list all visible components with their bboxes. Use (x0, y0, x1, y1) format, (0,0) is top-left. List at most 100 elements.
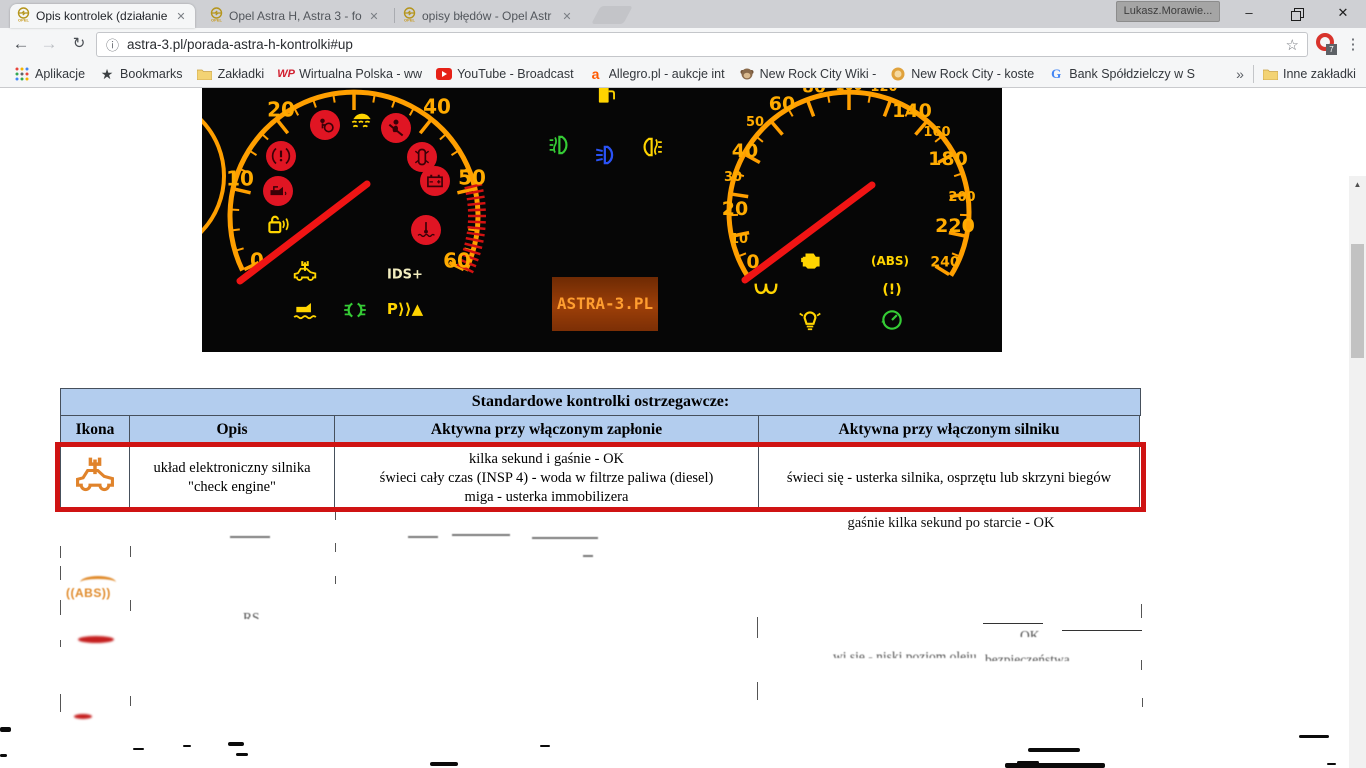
bookmark-item[interactable]: New Rock City Wiki - (739, 66, 877, 82)
seatbelt-icon (381, 113, 411, 143)
svg-text:60: 60 (769, 93, 795, 115)
bookmark-item[interactable]: GBank Spółdzielczy w S (1048, 66, 1195, 82)
bookmarks-overflow-chevron[interactable]: » (1230, 61, 1250, 87)
tab-close-icon[interactable]: ✕ (173, 10, 189, 23)
bookmark-label: Wirtualna Polska - ww (299, 67, 422, 81)
immobilizer-icon (264, 211, 290, 237)
address-bar[interactable]: ⓘ astra-3.pl/porada-astra-h-kontrolki#up… (96, 32, 1308, 57)
smudge-fragment (230, 536, 270, 538)
opel-favicon-icon: OPEL (209, 7, 224, 25)
battery-charge-icon (420, 166, 450, 196)
bookmark-item[interactable]: New Rock City - koste (890, 66, 1034, 82)
close-button[interactable]: ✕ (1326, 0, 1360, 26)
text-fragment: OK (1020, 628, 1060, 637)
tab-close-icon[interactable]: ✕ (366, 10, 382, 23)
page-info-icon[interactable]: ⓘ (106, 35, 119, 54)
menu-button[interactable]: ⋮ (1345, 32, 1361, 58)
smudge-fragment (1327, 763, 1336, 765)
scroll-up-button[interactable]: ▲ (1349, 176, 1366, 193)
bookmark-label: Allegro.pl - aukcje int (609, 67, 725, 81)
bookmarks-bar: Aplikacje ★Bookmarks Zakładki WP Wirtualna P… (0, 61, 1366, 88)
new-tab-button[interactable] (591, 6, 633, 24)
svg-text:30: 30 (724, 170, 742, 185)
table-border-fragment (60, 600, 61, 615)
bookmarks-separator (1253, 65, 1254, 83)
bookmark-item[interactable]: ★Bookmarks (99, 66, 183, 82)
bookmark-item[interactable]: Aplikacje (14, 66, 85, 82)
svg-text:OPEL: OPEL (404, 18, 415, 23)
bookmark-item[interactable]: WP Wirtualna Polska - ww (278, 66, 422, 82)
reload-button[interactable]: ↻ (66, 31, 92, 57)
forward-button[interactable]: → (36, 31, 62, 57)
bookmark-item[interactable]: aAllegro.pl - aukcje int (588, 66, 725, 82)
table-border-fragment (60, 640, 61, 647)
smudge-fragment (1005, 763, 1105, 768)
browser-tab[interactable]: OPELOpel Astra H, Astra 3 - fo✕ (203, 4, 388, 28)
svg-text:40: 40 (423, 95, 451, 119)
other-bookmarks-button[interactable]: Inne zakładki (1262, 61, 1356, 87)
monkey-icon (739, 66, 755, 82)
cell-icon (60, 445, 130, 512)
other-bookmarks-label: Inne zakładki (1283, 67, 1356, 81)
check-engine-icon (799, 247, 825, 273)
tab-strip: OPELOpis kontrolek (działanie✕ OPELOpel A… (0, 0, 1366, 28)
svg-text:50: 50 (458, 166, 486, 190)
smudge-fragment (133, 748, 144, 750)
icon-fragment (78, 636, 114, 643)
cell-line: kilka sekund i gaśnie - OK (469, 450, 624, 469)
instrument-cluster-photo: 0102040506001020304050608010012014016018… (202, 88, 1002, 352)
table-border-fragment (1142, 698, 1143, 707)
bookmark-item[interactable]: YouTube - Broadcast (436, 66, 574, 82)
cell-line: miga - usterka immobilizera (465, 488, 629, 507)
svg-text:60: 60 (443, 249, 471, 273)
browser-toolbar: ← → ↻ ⓘ astra-3.pl/porada-astra-h-kontro… (0, 28, 1366, 61)
table-title: Standardowe kontrolki ostrzegawcze: (60, 388, 1141, 416)
back-button[interactable]: ← (8, 31, 34, 57)
bookmark-star-icon[interactable]: ☆ (1286, 36, 1299, 54)
bookmarks-items: Aplikacje ★Bookmarks Zakładki WP Wirtualna P… (0, 66, 1195, 82)
smudge-fragment (0, 727, 11, 732)
abs-icon: (ABS) (871, 254, 909, 268)
svg-text:200: 200 (948, 190, 975, 205)
smudge-fragment (1299, 735, 1329, 738)
smudge-fragment (452, 534, 510, 536)
tire-pressure-icon: (!) (882, 282, 901, 298)
restore-icon (1291, 11, 1301, 21)
restore-button[interactable] (1280, 0, 1314, 26)
scrollbar-thumb[interactable] (1351, 244, 1364, 358)
tab-title: opisy błędów - Opel Astr (422, 9, 559, 23)
minimize-button[interactable]: – (1232, 0, 1266, 26)
bookmark-label: Bookmarks (120, 67, 183, 81)
fuel-pump-icon (594, 88, 620, 107)
oil-level-icon (292, 296, 318, 322)
tab-close-icon[interactable]: ✕ (559, 10, 575, 23)
table-border-fragment (335, 576, 336, 584)
tab-separator (394, 8, 395, 23)
smudge-fragment (540, 745, 550, 747)
url-text[interactable]: astra-3.pl/porada-astra-h-kontrolki#up (127, 37, 1286, 52)
cell-line: świeci cały czas (INSP 4) - woda w filtr… (380, 469, 714, 488)
smudge-fragment (408, 536, 438, 538)
table-border-fragment (757, 682, 758, 700)
table-border-fragment (130, 546, 131, 557)
svg-text:140: 140 (892, 100, 932, 122)
position-lamps-icon (342, 297, 368, 323)
bookmark-item[interactable]: Zakładki (197, 66, 265, 82)
google-icon: G (1048, 66, 1064, 82)
svg-text:OPEL: OPEL (211, 18, 222, 23)
rear-fog-icon (637, 134, 663, 160)
bookmark-label: Zakładki (218, 67, 265, 81)
low-beam-icon (594, 142, 620, 168)
traction-control-icon (349, 105, 375, 131)
browser-tab[interactable]: OPEL opisy błędów - Opel Astr✕ (396, 4, 581, 28)
wp-icon: WP (278, 66, 294, 82)
cell-line: "check engine" (188, 478, 276, 497)
profile-name-chip[interactable]: Lukasz.Morawie... (1116, 1, 1220, 22)
scrollbar[interactable]: ▲ ▼ (1349, 176, 1366, 768)
opel-favicon-icon: OPEL (16, 7, 31, 25)
svg-text:OPEL: OPEL (18, 18, 29, 23)
browser-tab[interactable]: OPELOpis kontrolek (działanie✕ (10, 4, 195, 28)
table-header-row: IkonaOpisAktywna przy włączonym zapłonie… (60, 416, 1141, 445)
table-border-fragment (335, 512, 336, 520)
table-border-fragment (757, 617, 758, 638)
